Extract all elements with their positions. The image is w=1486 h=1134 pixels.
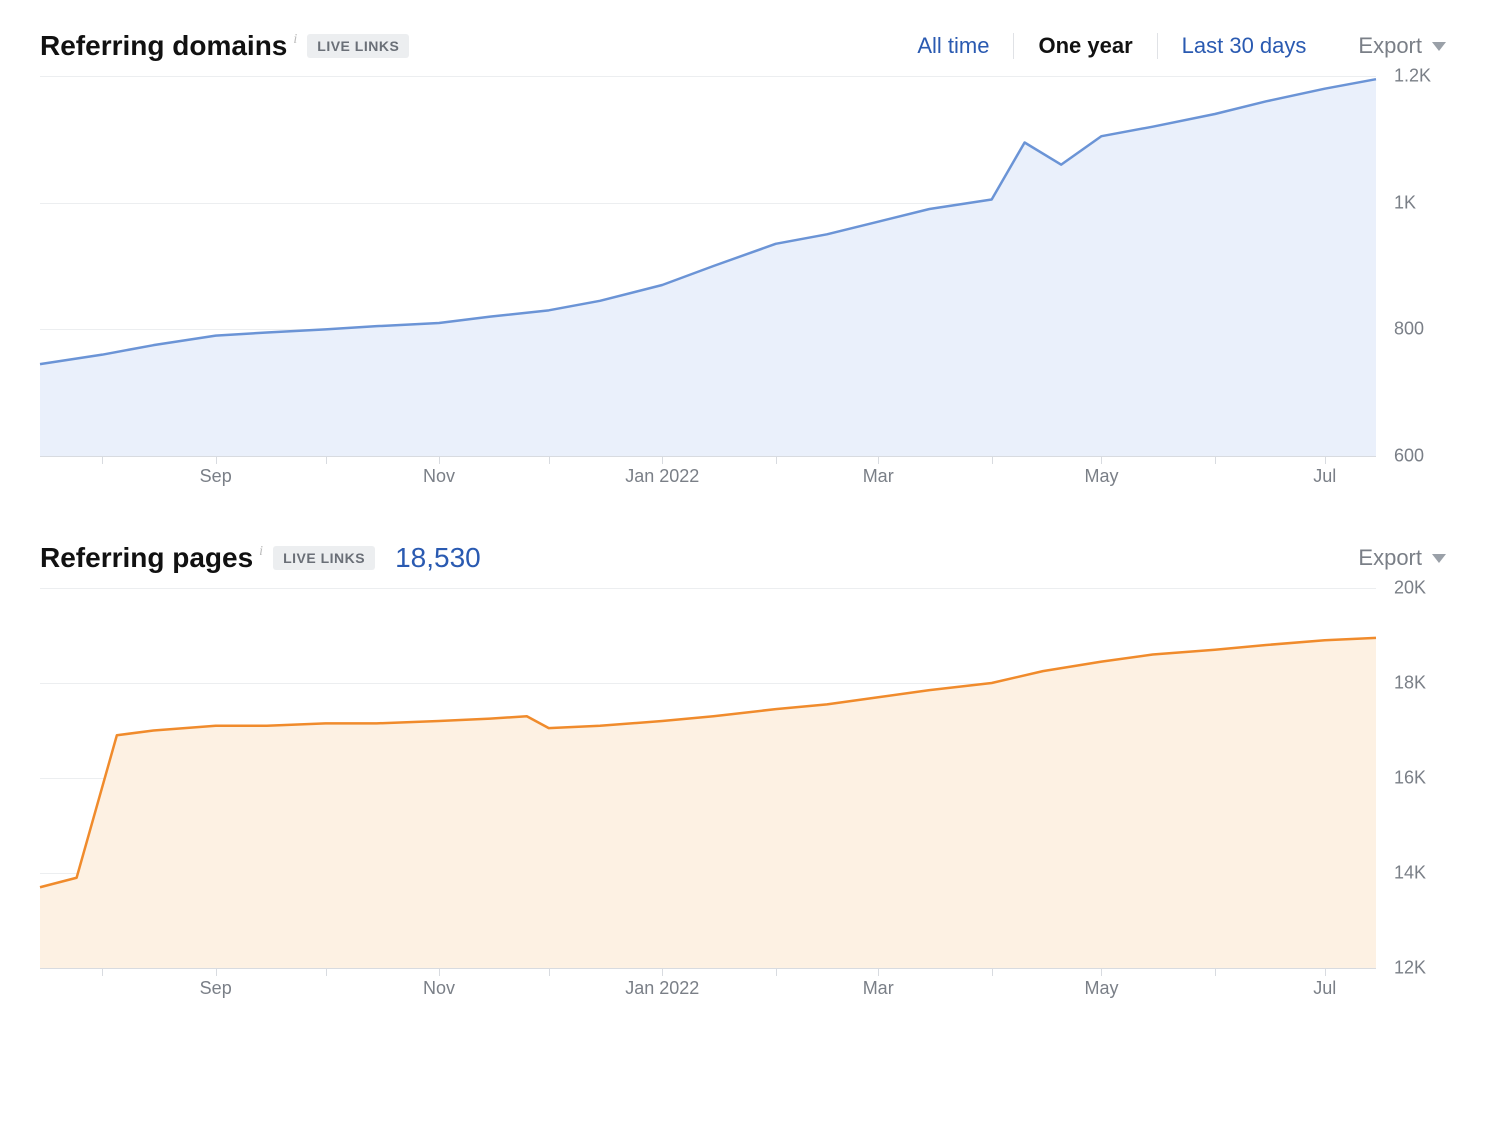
y-tick-label: 1K [1394, 192, 1416, 213]
x-tick [992, 456, 993, 464]
chart-plot-area[interactable] [40, 76, 1376, 456]
referring-pages-count[interactable]: 18,530 [395, 542, 481, 574]
x-tick-label: Mar [863, 466, 894, 487]
x-tick [776, 456, 777, 464]
x-tick [878, 968, 879, 976]
x-tick-label: Jul [1313, 978, 1336, 999]
x-tick-label: Sep [200, 978, 232, 999]
x-tick-label: Sep [200, 466, 232, 487]
x-tick [102, 968, 103, 976]
info-icon[interactable]: i [259, 544, 263, 560]
range-tab-last-30[interactable]: Last 30 days [1158, 31, 1331, 61]
chart-referring-domains[interactable]: 6008001K1.2K [40, 76, 1446, 456]
live-links-badge[interactable]: LIVE LINKS [307, 34, 409, 58]
panel-title-domains: Referring domains [40, 30, 287, 62]
y-tick-label: 14K [1394, 863, 1426, 884]
x-tick [549, 968, 550, 976]
y-tick-label: 12K [1394, 958, 1426, 979]
panel-header-left: Referring domains i LIVE LINKS [40, 30, 409, 62]
x-tick [216, 456, 217, 464]
chevron-down-icon [1432, 42, 1446, 51]
x-tick [216, 968, 217, 976]
x-tick [878, 456, 879, 464]
chart-x-axis: Sep Nov Jan 2022 Mar May Jul [40, 456, 1376, 496]
info-icon[interactable]: i [293, 32, 297, 48]
range-tabs: All time One year Last 30 days [893, 31, 1330, 61]
panel-referring-domains: Referring domains i LIVE LINKS All time … [40, 30, 1446, 496]
export-button[interactable]: Export [1358, 33, 1446, 59]
chevron-down-icon [1432, 554, 1446, 563]
x-tick [1325, 968, 1326, 976]
x-tick-label: Mar [863, 978, 894, 999]
x-tick [1215, 456, 1216, 464]
chart-y-axis: 6008001K1.2K [1376, 76, 1446, 456]
range-tab-one-year[interactable]: One year [1014, 31, 1156, 61]
range-tab-all-time[interactable]: All time [893, 31, 1013, 61]
x-tick-label: May [1084, 466, 1118, 487]
panel-title-pages: Referring pages [40, 542, 253, 574]
x-tick [549, 456, 550, 464]
x-tick-label: Jan 2022 [625, 466, 699, 487]
chart-plot-area[interactable] [40, 588, 1376, 968]
x-tick-label: Nov [423, 978, 455, 999]
panel-header: Referring domains i LIVE LINKS All time … [40, 30, 1446, 62]
export-label: Export [1358, 33, 1422, 59]
chart-referring-pages[interactable]: 12K14K16K18K20K [40, 588, 1446, 968]
x-tick [1101, 456, 1102, 464]
live-links-badge[interactable]: LIVE LINKS [273, 546, 375, 570]
x-tick-label: May [1084, 978, 1118, 999]
y-tick-label: 16K [1394, 768, 1426, 789]
x-tick [439, 456, 440, 464]
panel-header-left: Referring pages i LIVE LINKS 18,530 [40, 542, 481, 574]
x-tick-label: Jan 2022 [625, 978, 699, 999]
x-tick [326, 968, 327, 976]
x-tick [102, 456, 103, 464]
x-tick [326, 456, 327, 464]
x-tick [439, 968, 440, 976]
x-tick [992, 968, 993, 976]
panel-header-right: All time One year Last 30 days Export [893, 31, 1446, 61]
y-tick-label: 20K [1394, 578, 1426, 599]
panel-header: Referring pages i LIVE LINKS 18,530 Expo… [40, 542, 1446, 574]
y-tick-label: 1.2K [1394, 66, 1431, 87]
x-tick [662, 456, 663, 464]
y-tick-label: 800 [1394, 319, 1424, 340]
x-tick [1101, 968, 1102, 976]
export-label: Export [1358, 545, 1422, 571]
chart-y-axis: 12K14K16K18K20K [1376, 588, 1446, 968]
x-tick [776, 968, 777, 976]
x-tick [1325, 456, 1326, 464]
x-tick-label: Jul [1313, 466, 1336, 487]
panel-header-right: Export [1358, 545, 1446, 571]
panel-referring-pages: Referring pages i LIVE LINKS 18,530 Expo… [40, 542, 1446, 1008]
y-tick-label: 18K [1394, 673, 1426, 694]
y-tick-label: 600 [1394, 446, 1424, 467]
x-tick [662, 968, 663, 976]
x-tick-label: Nov [423, 466, 455, 487]
export-button[interactable]: Export [1358, 545, 1446, 571]
chart-x-axis: Sep Nov Jan 2022 Mar May Jul [40, 968, 1376, 1008]
x-tick [1215, 968, 1216, 976]
